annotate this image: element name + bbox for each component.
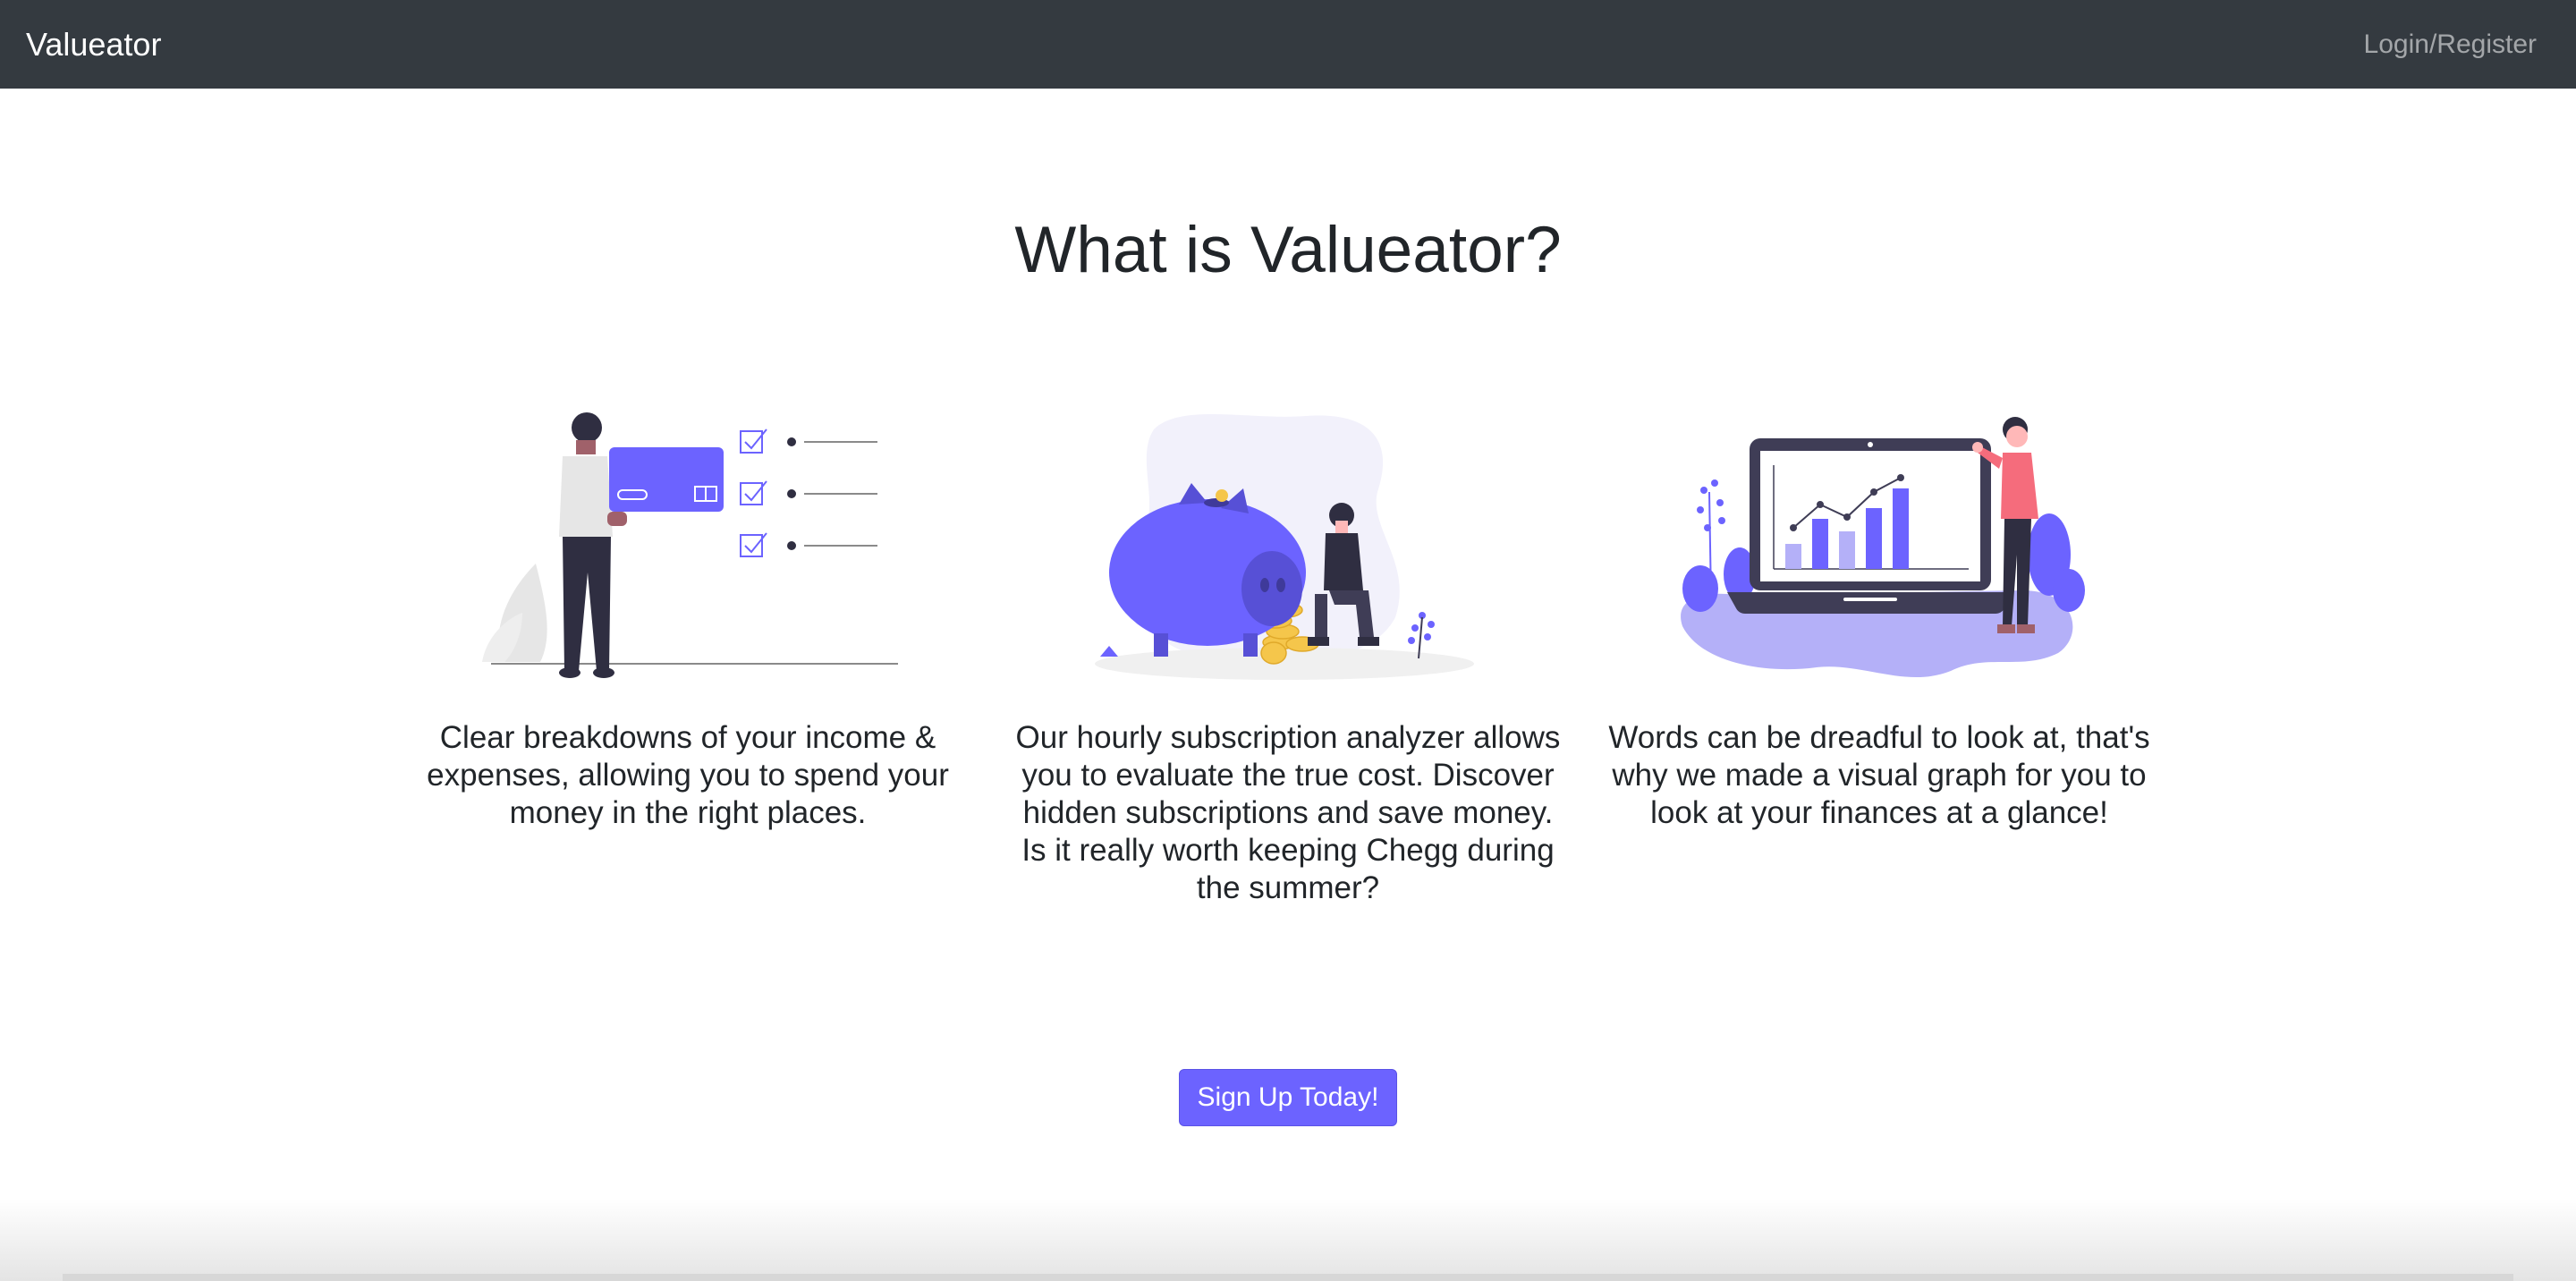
feature-visual-graph: Words can be dreadful to look at, that's… <box>1602 403 2157 832</box>
feature-description: Clear breakdowns of your income & expens… <box>427 720 949 830</box>
brand-link[interactable]: Valueator <box>26 26 161 64</box>
feature-description: Words can be dreadful to look at, that's… <box>1608 720 2150 830</box>
feature-subscription-analyzer: Our hourly subscription analyzer allows … <box>1011 403 1565 907</box>
feature-description: Our hourly subscription analyzer allows … <box>1015 720 1561 905</box>
feature-income-expenses: Clear breakdowns of your income & expens… <box>411 403 965 832</box>
sign-up-button[interactable]: Sign Up Today! <box>1179 1069 1397 1126</box>
navbar: Valueator Login/Register <box>0 0 2576 89</box>
login-register-link[interactable]: Login/Register <box>2364 30 2537 60</box>
bottom-edge <box>63 1274 2513 1281</box>
credit-card-checklist-illustration <box>482 412 898 678</box>
laptop-chart-illustration <box>1681 417 2085 677</box>
page-title: What is Valueator? <box>1014 214 1562 286</box>
bottom-shadow <box>0 1199 2576 1281</box>
piggy-bank-illustration <box>1095 414 1474 680</box>
